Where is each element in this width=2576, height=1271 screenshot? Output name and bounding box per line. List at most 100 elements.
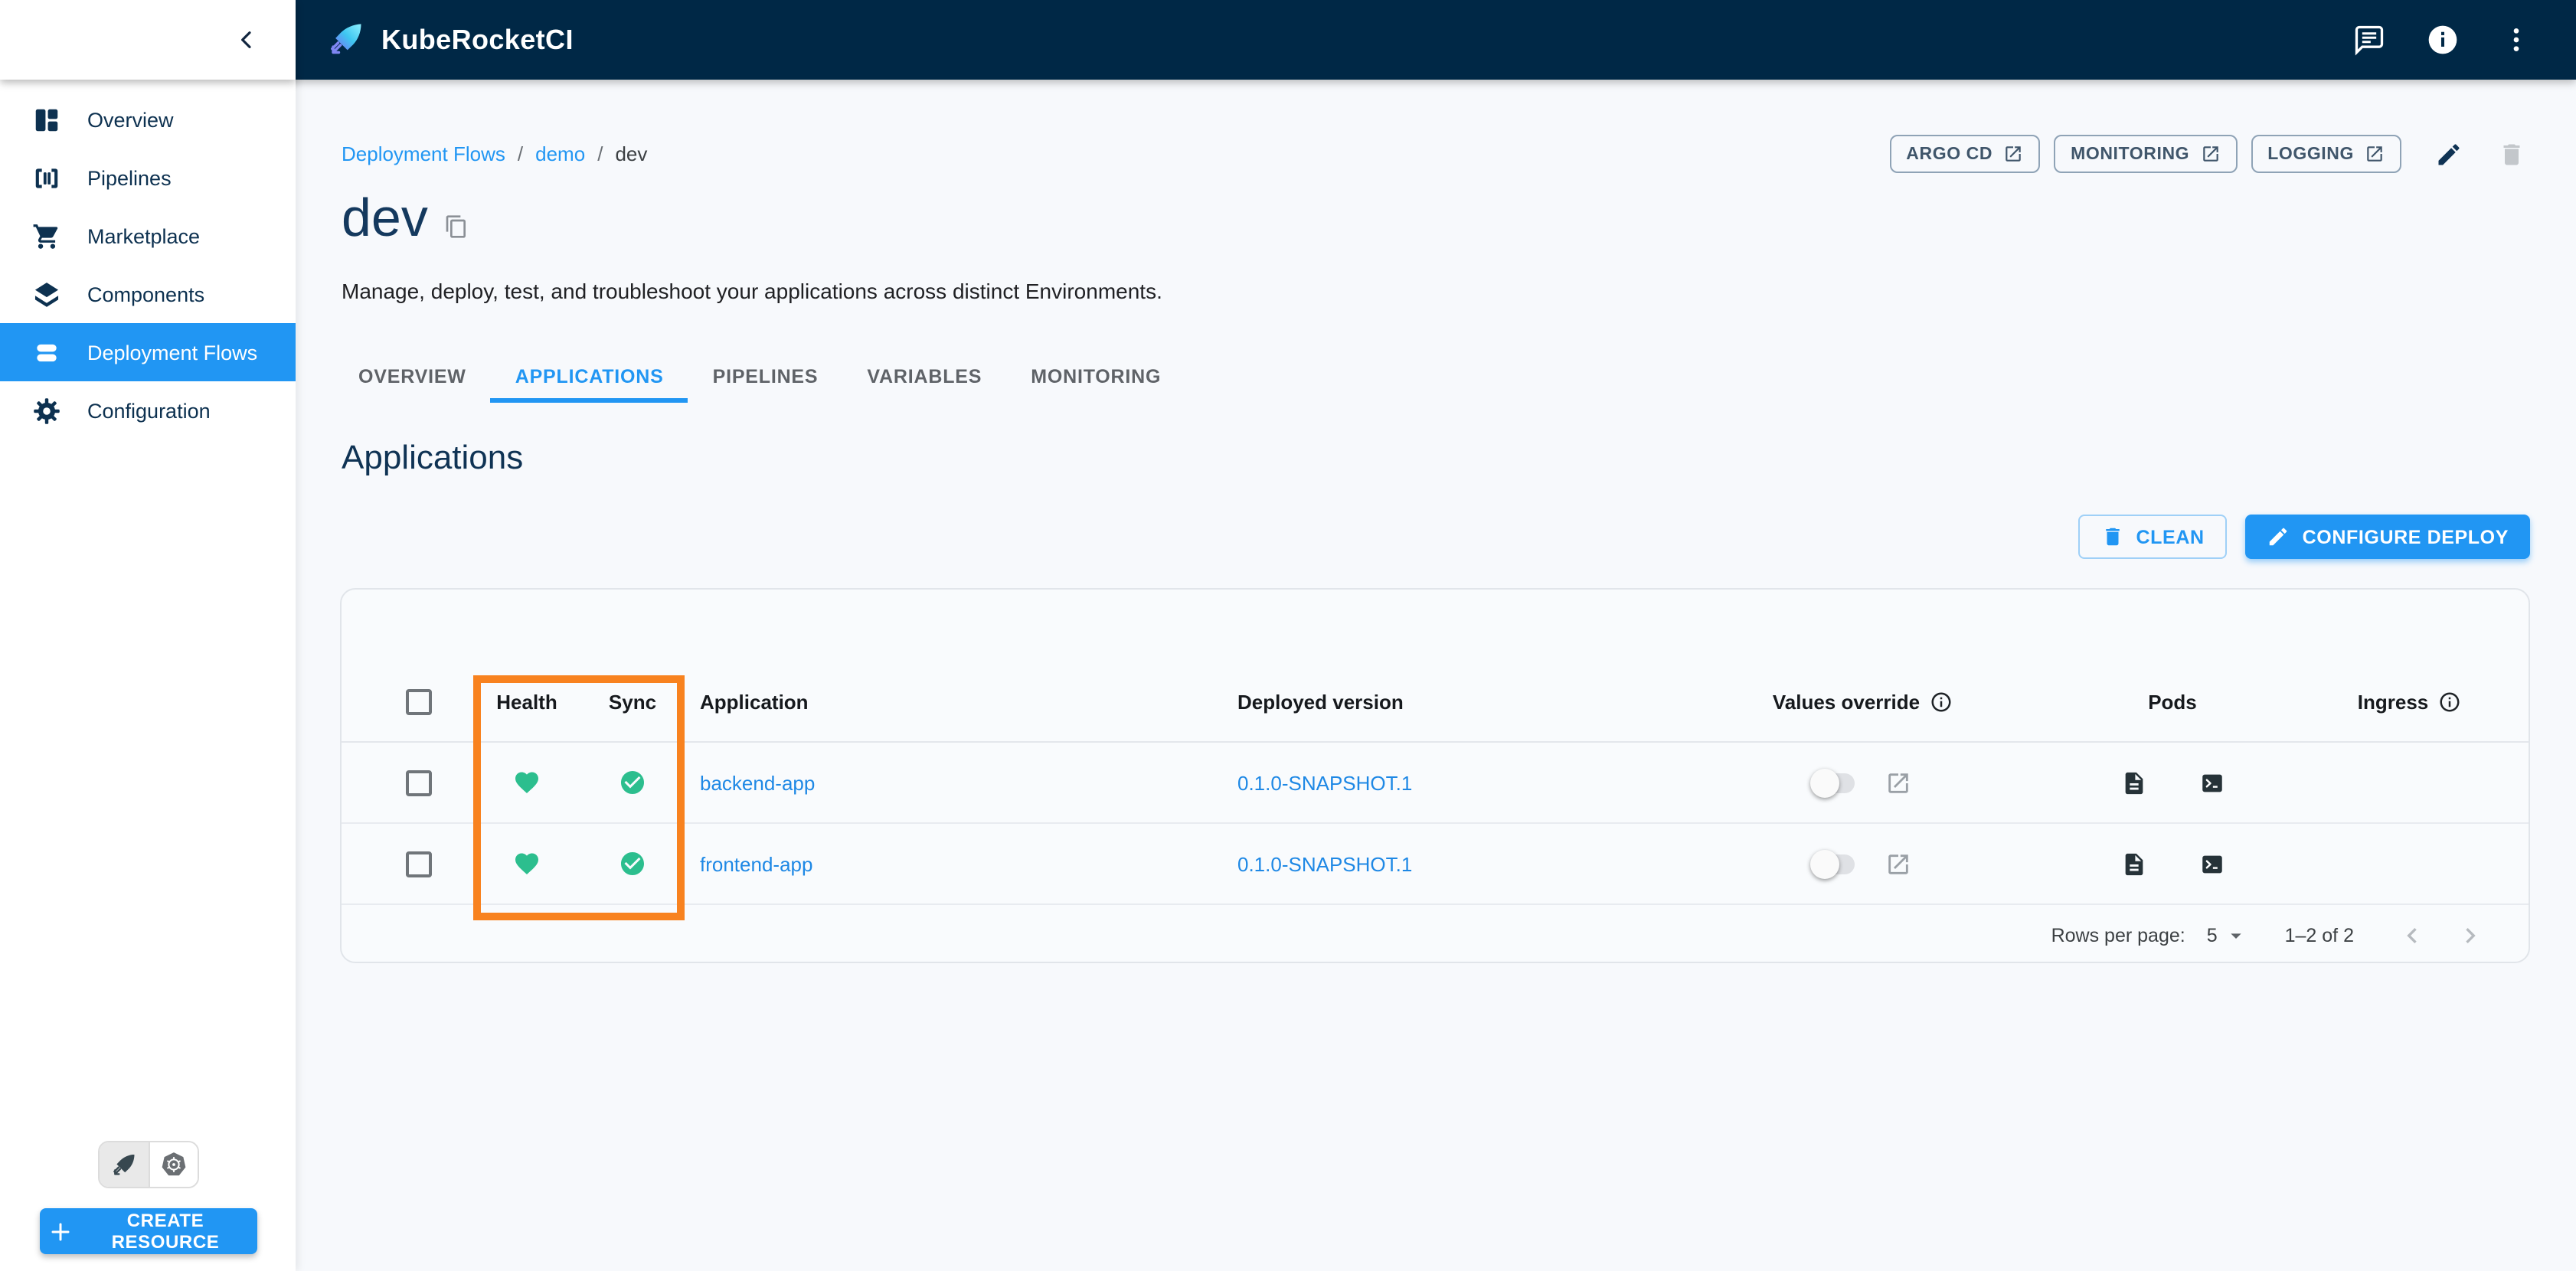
copy-icon[interactable]	[445, 214, 469, 238]
logging-link-button[interactable]: LOGGING	[2251, 135, 2401, 173]
breadcrumb-separator: /	[517, 142, 524, 165]
clean-label: CLEAN	[2136, 526, 2205, 547]
monitoring-link-label: MONITORING	[2071, 145, 2190, 163]
delete-icon	[2101, 525, 2124, 548]
external-link-icon	[2003, 144, 2023, 164]
tab-applications[interactable]: APPLICATIONS	[490, 355, 688, 403]
health-heart-icon	[513, 850, 541, 877]
tab-overview[interactable]: OVERVIEW	[342, 355, 491, 403]
sidebar-item-components[interactable]: Components	[0, 265, 296, 323]
configure-deploy-button[interactable]: CONFIGURE DEPLOY	[2245, 515, 2530, 559]
sidebar-header	[0, 0, 296, 80]
pod-logs-icon[interactable]	[2120, 851, 2146, 877]
kuberocketci-view-button[interactable]	[100, 1142, 148, 1187]
sidebar-item-overview[interactable]: Overview	[0, 90, 296, 149]
column-header-deployed-version: Deployed version	[1237, 691, 1404, 714]
health-status	[473, 850, 580, 877]
tab-bar: OVERVIEW APPLICATIONS PIPELINES VARIABLE…	[342, 355, 1185, 403]
row-checkbox[interactable]	[406, 851, 432, 877]
kebab-menu-icon[interactable]	[2499, 23, 2533, 57]
clean-button[interactable]: CLEAN	[2077, 515, 2228, 559]
tab-pipelines[interactable]: PIPELINES	[688, 355, 843, 403]
values-override-toggle[interactable]	[1810, 768, 1855, 797]
stacked-bars-icon	[31, 337, 61, 368]
breadcrumb-deployment-flows[interactable]: Deployment Flows	[342, 142, 505, 165]
table-actions: CLEAN CONFIGURE DEPLOY	[2077, 515, 2530, 559]
pods-cell	[2031, 851, 2314, 877]
health-heart-icon	[513, 769, 541, 796]
tab-variables[interactable]: VARIABLES	[842, 355, 1006, 403]
page-description: Manage, deploy, test, and troubleshoot y…	[342, 279, 1162, 303]
sidebar-item-label: Configuration	[87, 399, 211, 422]
table-row: backend-app 0.1.0-SNAPSHOT.1	[342, 743, 2529, 824]
tab-monitoring[interactable]: MONITORING	[1006, 355, 1185, 403]
next-page-button[interactable]	[2452, 916, 2489, 953]
application-link[interactable]: backend-app	[700, 771, 815, 794]
sidebar-item-label: Pipelines	[87, 166, 172, 189]
sidebar-item-pipelines[interactable]: Pipelines	[0, 149, 296, 207]
kubernetes-view-button[interactable]	[148, 1142, 198, 1187]
application-link[interactable]: frontend-app	[700, 852, 812, 875]
layers-icon	[31, 279, 61, 309]
feedback-icon[interactable]	[2352, 23, 2386, 57]
page-title: dev	[342, 188, 428, 248]
health-status	[473, 769, 580, 796]
info-icon[interactable]	[2426, 23, 2460, 57]
pod-terminal-icon[interactable]	[2198, 851, 2225, 877]
sidebar-item-marketplace[interactable]: Marketplace	[0, 207, 296, 265]
argocd-link-button[interactable]: ARGO CD	[1889, 135, 2041, 173]
delete-flow-button[interactable]	[2493, 136, 2530, 172]
top-app-bar: KubeRocketCI	[0, 0, 2576, 80]
collapse-sidebar-button[interactable]	[234, 28, 259, 52]
select-all-checkbox[interactable]	[406, 689, 432, 715]
deployed-version-link[interactable]: 0.1.0-SNAPSHOT.1	[1237, 852, 1412, 875]
pagination-range: 1–2 of 2	[2284, 924, 2354, 946]
edit-icon	[2435, 140, 2463, 168]
delete-icon	[2498, 140, 2525, 168]
info-outline-icon[interactable]	[1929, 691, 1952, 714]
sidebar: Overview Pipelines Marketplace Component…	[0, 80, 296, 1271]
sync-status	[580, 769, 685, 796]
create-resource-button[interactable]: CREATE RESOURCE	[39, 1208, 257, 1254]
column-header-health: Health	[496, 691, 557, 714]
table-row: frontend-app 0.1.0-SNAPSHOT.1	[342, 824, 2529, 905]
caret-down-icon	[2224, 923, 2248, 947]
external-link-icon	[2200, 144, 2220, 164]
pods-cell	[2031, 769, 2314, 796]
edit-flow-button[interactable]	[2431, 136, 2467, 172]
sync-status	[580, 850, 685, 877]
monitoring-link-button[interactable]: MONITORING	[2054, 135, 2238, 173]
applications-table-card: Health Sync Application Deployed version…	[340, 588, 2530, 963]
rocket-logo-icon	[326, 20, 366, 60]
previous-page-button[interactable]	[2394, 916, 2431, 953]
column-header-values-override: Values override	[1694, 691, 2031, 714]
pod-logs-icon[interactable]	[2120, 769, 2146, 796]
plus-icon	[48, 1220, 71, 1243]
argocd-link-label: ARGO CD	[1906, 145, 1993, 163]
gear-icon	[31, 395, 61, 426]
deployed-version-link[interactable]: 0.1.0-SNAPSHOT.1	[1237, 771, 1412, 794]
sidebar-item-configuration[interactable]: Configuration	[0, 381, 296, 439]
rows-per-page-select[interactable]: 5	[2207, 923, 2248, 947]
values-override-toggle[interactable]	[1810, 849, 1855, 878]
breadcrumb-demo[interactable]: demo	[535, 142, 585, 165]
column-header-application: Application	[700, 691, 809, 714]
sync-check-icon	[619, 850, 646, 877]
info-outline-icon[interactable]	[2437, 691, 2460, 714]
pod-terminal-icon[interactable]	[2198, 769, 2225, 796]
page-title-row: dev	[342, 188, 469, 250]
table-header-row: Health Sync Application Deployed version…	[342, 663, 2529, 743]
sidebar-item-label: Deployment Flows	[87, 341, 258, 364]
sidebar-item-label: Components	[87, 283, 205, 305]
external-link-icon[interactable]	[1885, 769, 1911, 796]
rows-per-page-value: 5	[2206, 924, 2218, 946]
topbar-actions	[2352, 23, 2533, 57]
sidebar-item-label: Marketplace	[87, 224, 201, 247]
row-checkbox[interactable]	[406, 769, 432, 796]
external-link-icon[interactable]	[1885, 851, 1911, 877]
configure-deploy-label: CONFIGURE DEPLOY	[2302, 526, 2509, 547]
section-title: Applications	[342, 438, 524, 476]
external-link-icon	[2365, 144, 2385, 164]
main-content: Deployment Flows / demo / dev ARGO CD MO…	[296, 80, 2576, 1271]
sidebar-item-deployment-flows[interactable]: Deployment Flows	[0, 323, 296, 381]
